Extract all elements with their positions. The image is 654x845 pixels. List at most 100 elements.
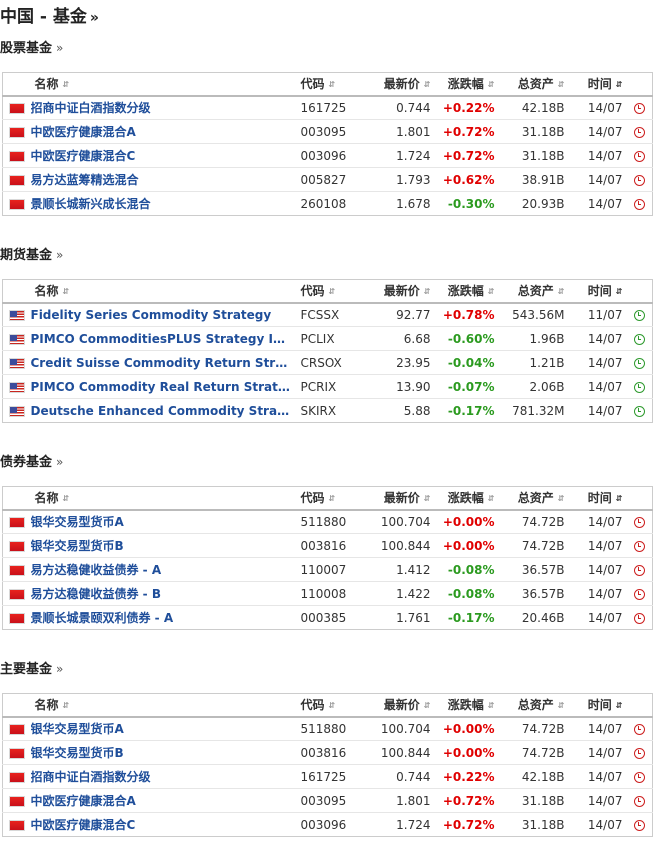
section-title[interactable]: 债券基金 »	[0, 452, 654, 472]
table-row[interactable]: 银华交易型货币B 003816 100.844 +0.00% 74.72B 14/07	[2, 741, 653, 765]
section-title-text[interactable]: 股票基金	[0, 41, 52, 56]
table-row[interactable]: 中欧医疗健康混合C 003096 1.724 +0.72% 31.18B 14/07	[3, 813, 653, 837]
column-header-time[interactable]: 时间 ⇵	[569, 487, 627, 510]
sort-arrows-icon[interactable]: ⇵	[616, 494, 623, 503]
fund-name-link[interactable]: 中欧医疗健康混合C	[31, 816, 293, 833]
column-header-name[interactable]: 名称 ⇵	[27, 73, 297, 96]
fund-name-link[interactable]: 中欧医疗健康混合C	[31, 147, 293, 164]
section-title[interactable]: 主要基金 »	[0, 659, 654, 679]
sort-arrows-icon[interactable]: ⇵	[63, 80, 70, 89]
sort-arrows-icon[interactable]: ⇵	[424, 80, 431, 89]
sort-arrows-icon[interactable]: ⇵	[488, 701, 495, 710]
fund-name-link[interactable]: PIMCO CommoditiesPLUS Strategy Instl	[31, 332, 293, 346]
column-header-code[interactable]: 代码 ⇵	[297, 280, 363, 303]
table-row[interactable]: 中欧医疗健康混合C 003096 1.724 +0.72% 31.18B 14/07	[2, 144, 653, 168]
sort-arrows-icon[interactable]: ⇵	[424, 287, 431, 296]
column-header-name[interactable]: 名称 ⇵	[27, 487, 297, 510]
sort-arrows-icon[interactable]: ⇵	[488, 287, 495, 296]
fund-name-link[interactable]: 招商中证白酒指数分级	[31, 768, 293, 785]
fund-name-link[interactable]: 易方达蓝筹精选混合	[31, 171, 293, 188]
sort-arrows-icon[interactable]: ⇵	[424, 701, 431, 710]
sort-arrows-icon[interactable]: ⇵	[558, 494, 565, 503]
page-title-text[interactable]: 中国 - 基金	[0, 7, 87, 27]
sort-arrows-icon[interactable]: ⇵	[63, 701, 70, 710]
column-header-assets[interactable]: 总资产 ⇵	[499, 280, 569, 303]
fund-name-link[interactable]: 招商中证白酒指数分级	[31, 99, 293, 116]
column-header-change[interactable]: 涨跌幅 ⇵	[435, 73, 499, 96]
column-header-time[interactable]: 时间 ⇵	[569, 280, 627, 303]
sort-arrows-icon[interactable]: ⇵	[63, 494, 70, 503]
table-row[interactable]: 招商中证白酒指数分级 161725 0.744 +0.22% 42.18B 14/07	[2, 96, 653, 120]
section-title[interactable]: 期货基金 »	[0, 245, 654, 265]
section-title[interactable]: 股票基金 »	[0, 38, 654, 58]
section-title-text[interactable]: 期货基金	[0, 248, 52, 263]
sort-arrows-icon[interactable]: ⇵	[616, 80, 623, 89]
table-row[interactable]: PIMCO CommoditiesPLUS Strategy Instl PCLI…	[2, 327, 653, 351]
column-header-assets[interactable]: 总资产 ⇵	[499, 487, 569, 510]
column-header-change[interactable]: 涨跌幅 ⇵	[435, 694, 499, 717]
sort-arrows-icon[interactable]: ⇵	[558, 80, 565, 89]
fund-name-link[interactable]: 银华交易型货币B	[31, 744, 293, 761]
table-row[interactable]: 银华交易型货币A 511880 100.704 +0.00% 74.72B 14/07	[2, 717, 653, 741]
sort-arrows-icon[interactable]: ⇵	[488, 494, 495, 503]
fund-name-link[interactable]: 中欧医疗健康混合A	[31, 123, 293, 140]
fund-name-link[interactable]: 银华交易型货币B	[31, 537, 293, 554]
fund-name-link[interactable]: 银华交易型货币A	[31, 513, 293, 530]
column-header-last[interactable]: 最新价 ⇵	[363, 487, 435, 510]
column-header-assets[interactable]: 总资产 ⇵	[499, 694, 569, 717]
table-row[interactable]: 易方达蓝筹精选混合 005827 1.793 +0.62% 38.91B 14/07	[2, 168, 653, 192]
column-header-code[interactable]: 代码 ⇵	[297, 487, 363, 510]
page-title[interactable]: 中国 - 基金»	[0, 2, 99, 27]
section-title-text[interactable]: 债券基金	[0, 455, 52, 470]
table-row[interactable]: Deutsche Enhanced Commodity Strat I… SKIR…	[3, 399, 653, 423]
sort-arrows-icon[interactable]: ⇵	[63, 287, 70, 296]
fund-name-link[interactable]: 银华交易型货币A	[31, 720, 293, 737]
column-header-time[interactable]: 时间 ⇵	[569, 73, 627, 96]
column-header-name[interactable]: 名称 ⇵	[27, 280, 297, 303]
column-header-last[interactable]: 最新价 ⇵	[363, 73, 435, 96]
sort-arrows-icon[interactable]: ⇵	[558, 701, 565, 710]
section-title-text[interactable]: 主要基金	[0, 662, 52, 677]
sort-arrows-icon[interactable]: ⇵	[616, 701, 623, 710]
sort-arrows-icon[interactable]: ⇵	[488, 80, 495, 89]
column-header-code[interactable]: 代码 ⇵	[297, 694, 363, 717]
column-header-last[interactable]: 最新价 ⇵	[363, 694, 435, 717]
column-header-code[interactable]: 代码 ⇵	[297, 73, 363, 96]
fund-name-link[interactable]: 中欧医疗健康混合A	[31, 792, 293, 809]
fund-name-link[interactable]: Fidelity Series Commodity Strategy	[31, 308, 293, 322]
column-header-label: 最新价	[383, 284, 420, 299]
sort-arrows-icon[interactable]: ⇵	[329, 287, 336, 296]
last-price-cell: 0.744	[396, 769, 431, 784]
table-row[interactable]: 招商中证白酒指数分级 161725 0.744 +0.22% 42.18B 14/07	[2, 765, 653, 789]
table-row[interactable]: 中欧医疗健康混合A 003095 1.801 +0.72% 31.18B 14/07	[2, 789, 653, 813]
table-row[interactable]: 银华交易型货币B 003816 100.844 +0.00% 74.72B 14/07	[2, 534, 653, 558]
column-header-change[interactable]: 涨跌幅 ⇵	[435, 280, 499, 303]
fund-name-link[interactable]: 景顺长城景颐双利债券 - A	[31, 609, 293, 626]
table-row[interactable]: 易方达稳健收益债券 - A 110007 1.412 -0.08% 36.57B 14/0…	[2, 558, 653, 582]
table-row[interactable]: PIMCO Commodity Real Return Strate… PCRIX…	[2, 375, 653, 399]
sort-arrows-icon[interactable]: ⇵	[329, 701, 336, 710]
sort-arrows-icon[interactable]: ⇵	[424, 494, 431, 503]
column-header-time[interactable]: 时间 ⇵	[569, 694, 627, 717]
sort-arrows-icon[interactable]: ⇵	[329, 494, 336, 503]
column-header-assets[interactable]: 总资产 ⇵	[499, 73, 569, 96]
table-row[interactable]: Fidelity Series Commodity Strategy FCSSX 9…	[2, 303, 653, 327]
column-header-last[interactable]: 最新价 ⇵	[363, 280, 435, 303]
sort-arrows-icon[interactable]: ⇵	[616, 287, 623, 296]
fund-name-link[interactable]: 景顺长城新兴成长混合	[31, 195, 293, 212]
fund-name-link[interactable]: Deutsche Enhanced Commodity Strat I…	[31, 404, 293, 418]
fund-name-link[interactable]: 易方达稳健收益债券 - B	[31, 585, 293, 602]
column-header-name[interactable]: 名称 ⇵	[27, 694, 297, 717]
sort-arrows-icon[interactable]: ⇵	[329, 80, 336, 89]
table-row[interactable]: Credit Suisse Commodity Return Strat I CR…	[2, 351, 653, 375]
table-row[interactable]: 银华交易型货币A 511880 100.704 +0.00% 74.72B 14/07	[2, 510, 653, 534]
sort-arrows-icon[interactable]: ⇵	[558, 287, 565, 296]
column-header-change[interactable]: 涨跌幅 ⇵	[435, 487, 499, 510]
table-row[interactable]: 景顺长城新兴成长混合 260108 1.678 -0.30% 20.93B 14/07	[3, 192, 653, 216]
table-row[interactable]: 中欧医疗健康混合A 003095 1.801 +0.72% 31.18B 14/07	[2, 120, 653, 144]
fund-name-link[interactable]: Credit Suisse Commodity Return Strat I	[31, 356, 293, 370]
fund-name-link[interactable]: PIMCO Commodity Real Return Strate…	[31, 380, 293, 394]
fund-name-link[interactable]: 易方达稳健收益债券 - A	[31, 561, 293, 578]
table-row[interactable]: 易方达稳健收益债券 - B 110008 1.422 -0.08% 36.57B 14/0…	[2, 582, 653, 606]
table-row[interactable]: 景顺长城景颐双利债券 - A 000385 1.761 -0.17% 20.46B 14/…	[3, 606, 653, 630]
